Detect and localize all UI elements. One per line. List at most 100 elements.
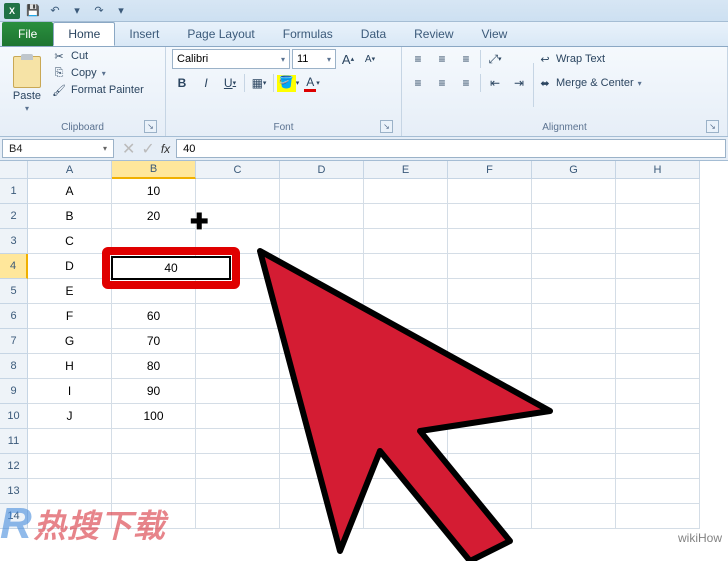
column-header-F[interactable]: F: [448, 161, 532, 179]
cell-D14[interactable]: [280, 504, 364, 529]
cell-A2[interactable]: B: [28, 204, 112, 229]
orientation-button[interactable]: ⤢▾: [485, 49, 505, 69]
row-header-1[interactable]: 1: [0, 179, 28, 204]
cell-H11[interactable]: [616, 429, 700, 454]
cell-C6[interactable]: [196, 304, 280, 329]
formula-input[interactable]: 40: [176, 139, 726, 158]
cell-G14[interactable]: [532, 504, 616, 529]
font-name-combo[interactable]: Calibri▾: [172, 49, 290, 69]
cell-G11[interactable]: [532, 429, 616, 454]
cell-B5[interactable]: [112, 279, 196, 304]
align-bottom-button[interactable]: ≡: [456, 49, 476, 69]
name-box[interactable]: B4▾: [2, 139, 114, 158]
cell-A5[interactable]: E: [28, 279, 112, 304]
cell-B3[interactable]: [112, 229, 196, 254]
cell-G4[interactable]: [532, 254, 616, 279]
alignment-launcher[interactable]: ↘: [706, 120, 719, 133]
cell-F13[interactable]: [448, 479, 532, 504]
cell-C11[interactable]: [196, 429, 280, 454]
cell-F2[interactable]: [448, 204, 532, 229]
tab-insert[interactable]: Insert: [115, 22, 173, 46]
row-header-12[interactable]: 12: [0, 454, 28, 479]
cell-G13[interactable]: [532, 479, 616, 504]
paste-button[interactable]: Paste ▾: [6, 49, 48, 120]
cell-F1[interactable]: [448, 179, 532, 204]
cell-G8[interactable]: [532, 354, 616, 379]
cell-F10[interactable]: [448, 404, 532, 429]
cell-H12[interactable]: [616, 454, 700, 479]
font-color-button[interactable]: A▾: [302, 73, 322, 93]
cell-D12[interactable]: [280, 454, 364, 479]
column-header-H[interactable]: H: [616, 161, 700, 179]
tab-data[interactable]: Data: [347, 22, 400, 46]
tab-page-layout[interactable]: Page Layout: [173, 22, 268, 46]
cell-E3[interactable]: [364, 229, 448, 254]
borders-button[interactable]: ▦▾: [249, 73, 269, 93]
cell-F4[interactable]: [448, 254, 532, 279]
align-center-button[interactable]: ≡: [432, 73, 452, 93]
cell-B10[interactable]: 100: [112, 404, 196, 429]
cell-D6[interactable]: [280, 304, 364, 329]
cell-H3[interactable]: [616, 229, 700, 254]
grow-font-button[interactable]: A▴: [338, 49, 358, 69]
cell-A3[interactable]: C: [28, 229, 112, 254]
cell-E12[interactable]: [364, 454, 448, 479]
format-painter-button[interactable]: 🖌 Format Painter: [52, 83, 144, 97]
cell-E8[interactable]: [364, 354, 448, 379]
cell-B8[interactable]: 80: [112, 354, 196, 379]
qat-dropdown-icon[interactable]: ▾: [68, 2, 86, 20]
cell-D1[interactable]: [280, 179, 364, 204]
cell-D10[interactable]: [280, 404, 364, 429]
row-header-10[interactable]: 10: [0, 404, 28, 429]
undo-button[interactable]: ↶: [46, 2, 64, 20]
wrap-text-button[interactable]: ↩ Wrap Text: [538, 49, 642, 69]
cell-E1[interactable]: [364, 179, 448, 204]
cell-B11[interactable]: [112, 429, 196, 454]
cell-E13[interactable]: [364, 479, 448, 504]
row-header-5[interactable]: 5: [0, 279, 28, 304]
cell-H9[interactable]: [616, 379, 700, 404]
cell-F12[interactable]: [448, 454, 532, 479]
cell-G5[interactable]: [532, 279, 616, 304]
cell-G9[interactable]: [532, 379, 616, 404]
cell-B9[interactable]: 90: [112, 379, 196, 404]
column-header-B[interactable]: B: [112, 161, 196, 179]
cell-B6[interactable]: 60: [112, 304, 196, 329]
cell-F7[interactable]: [448, 329, 532, 354]
cell-B7[interactable]: 70: [112, 329, 196, 354]
underline-button[interactable]: U▾: [220, 73, 240, 93]
row-header-4[interactable]: 4: [0, 254, 28, 279]
cell-E4[interactable]: [364, 254, 448, 279]
cell-H4[interactable]: [616, 254, 700, 279]
cell-H14[interactable]: [616, 504, 700, 529]
copy-button[interactable]: ⎘ Copy ▾: [52, 66, 144, 80]
cell-A8[interactable]: H: [28, 354, 112, 379]
row-header-9[interactable]: 9: [0, 379, 28, 404]
cell-B2[interactable]: 20: [112, 204, 196, 229]
cell-H2[interactable]: [616, 204, 700, 229]
cell-D5[interactable]: [280, 279, 364, 304]
cell-H10[interactable]: [616, 404, 700, 429]
shrink-font-button[interactable]: A▾: [360, 49, 380, 69]
cell-A10[interactable]: J: [28, 404, 112, 429]
column-header-E[interactable]: E: [364, 161, 448, 179]
tab-review[interactable]: Review: [400, 22, 467, 46]
fx-icon[interactable]: fx: [161, 142, 170, 156]
cell-E10[interactable]: [364, 404, 448, 429]
row-header-7[interactable]: 7: [0, 329, 28, 354]
cell-E11[interactable]: [364, 429, 448, 454]
cell-G6[interactable]: [532, 304, 616, 329]
column-header-G[interactable]: G: [532, 161, 616, 179]
cell-E14[interactable]: [364, 504, 448, 529]
cell-G1[interactable]: [532, 179, 616, 204]
clipboard-launcher[interactable]: ↘: [144, 120, 157, 133]
cell-G7[interactable]: [532, 329, 616, 354]
cell-F6[interactable]: [448, 304, 532, 329]
row-header-11[interactable]: 11: [0, 429, 28, 454]
redo-button[interactable]: ↷: [90, 2, 108, 20]
column-header-A[interactable]: A: [28, 161, 112, 179]
cell-A12[interactable]: [28, 454, 112, 479]
cell-F3[interactable]: [448, 229, 532, 254]
cell-C3[interactable]: [196, 229, 280, 254]
cell-C8[interactable]: [196, 354, 280, 379]
